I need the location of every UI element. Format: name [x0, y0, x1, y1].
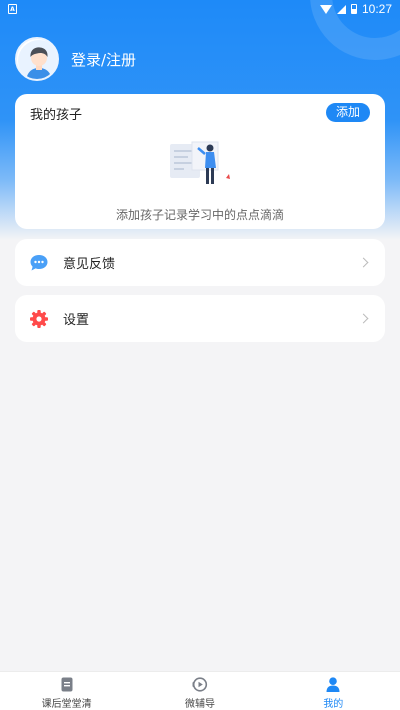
signal-icon [336, 4, 346, 14]
battery-icon [350, 4, 357, 14]
empty-state-illustration [168, 138, 234, 190]
feedback-menu-item[interactable]: 意见反馈 [15, 239, 385, 286]
status-time: 10:27 [361, 2, 392, 16]
settings-menu-item[interactable]: 设置 [15, 295, 385, 342]
status-bar: A 10:27 [0, 0, 400, 18]
user-avatar-icon[interactable] [15, 37, 59, 81]
chevron-right-icon [358, 257, 369, 268]
chat-bubble-icon [29, 253, 49, 273]
play-circle-icon [192, 677, 208, 692]
tab-label: 微辅导 [184, 699, 215, 710]
chevron-right-icon [358, 313, 369, 324]
bottom-tab-bar: 课后堂堂清 微辅导 我的 [0, 671, 400, 710]
gear-icon [29, 309, 49, 329]
app-notification-icon: A [8, 4, 17, 14]
book-icon [59, 677, 75, 692]
person-icon [325, 677, 341, 692]
tab-label: 我的 [323, 699, 344, 710]
menu-label-feedback: 意见反馈 [63, 257, 116, 272]
empty-state-text: 添加孩子记录学习中的点点滴滴 [115, 208, 284, 222]
card-title: 我的孩子 [30, 108, 83, 123]
profile-header[interactable]: 登录/注册 [15, 37, 136, 81]
tab-mine[interactable]: 我的 [267, 672, 400, 710]
tab-label: 课后堂堂清 [41, 699, 92, 710]
tab-micro-tutoring[interactable]: 微辅导 [133, 672, 266, 710]
menu-label-settings: 设置 [63, 313, 90, 328]
tab-after-class[interactable]: 课后堂堂清 [0, 672, 133, 710]
login-register-link[interactable]: 登录/注册 [71, 49, 136, 70]
wifi-icon [319, 4, 332, 14]
my-children-card: 我的孩子 添加 添加孩子记录学习中的点点滴滴 [15, 94, 385, 229]
add-child-button[interactable]: 添加 [326, 103, 370, 122]
